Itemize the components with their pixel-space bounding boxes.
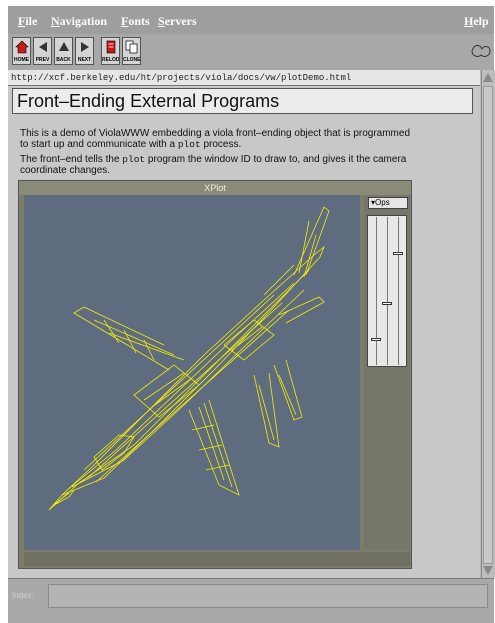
ops-dropdown-label: Ops	[375, 198, 390, 207]
reload-button[interactable]: RELOD	[101, 37, 120, 65]
menu-fonts[interactable]: Fonts	[121, 14, 150, 29]
document-view: Front–Ending External Programs This is a…	[8, 86, 480, 578]
xplot-footer	[24, 552, 410, 566]
scroll-up-arrow-icon[interactable]	[483, 73, 493, 82]
ops-dropdown[interactable]: ▾Ops	[368, 197, 408, 209]
next-arrow-icon	[81, 42, 89, 52]
prev-button[interactable]: PREV	[33, 37, 52, 65]
intro-paragraph: This is a demo of ViolaWWW embedding a v…	[20, 128, 475, 150]
menu-help[interactable]: Help	[464, 14, 489, 29]
intro-line-2-end: process.	[200, 139, 242, 150]
xplot-title: XPlot	[19, 181, 411, 195]
clone-button[interactable]: CLONE	[122, 37, 141, 65]
next-label: NEXT	[77, 57, 92, 63]
prev-arrow-icon	[39, 42, 47, 52]
up-arrow-icon	[59, 42, 69, 51]
clone-label: CLONE	[123, 57, 141, 63]
frontend-line-2: coordinate changes.	[20, 165, 111, 176]
back-label: BACK	[56, 57, 71, 63]
frontend-line-1-end: program the window ID to draw to, and gi…	[145, 154, 407, 165]
jet-wireframe-image	[48, 206, 330, 511]
slider-track-3	[398, 217, 399, 365]
intro-line-2-start: to start up and communicate with a	[20, 139, 178, 150]
menu-servers[interactable]: Servers	[158, 14, 197, 29]
menu-navigation[interactable]: Navigation	[51, 14, 107, 29]
toolbar: HOME PREV BACK NEXT RELOD CLONE	[8, 34, 494, 70]
plot-code: plot	[177, 139, 201, 150]
camera-control-panel: ▾Ops	[364, 195, 410, 550]
camera-slider-1-thumb[interactable]	[371, 338, 381, 341]
scroll-down-arrow-icon[interactable]	[483, 566, 493, 575]
camera-slider-2-thumb[interactable]	[382, 302, 392, 305]
reload-label: RELOD	[102, 57, 120, 63]
browser-window: File Navigation Fonts Servers Help HOME …	[8, 6, 495, 623]
home-icon	[15, 40, 29, 54]
next-button[interactable]: NEXT	[75, 37, 94, 65]
xplot-widget: XPlot ▾Ops	[18, 180, 412, 569]
camera-slider-3-thumb[interactable]	[393, 252, 403, 255]
slider-track-1	[376, 217, 377, 365]
clone-document-icon	[125, 40, 138, 54]
menu-file[interactable]: File	[18, 14, 37, 29]
reload-document-icon	[106, 40, 116, 54]
plot-canvas[interactable]	[24, 195, 360, 550]
slider-track-2	[387, 217, 388, 365]
camera-sliders	[367, 215, 407, 367]
page-title: Front–Ending External Programs	[12, 88, 473, 114]
status-bar: Index:	[8, 578, 494, 623]
vertical-scrollbar[interactable]	[481, 70, 495, 578]
frontend-line-1-start: The front–end tells the	[20, 154, 123, 165]
viola-logo-icon	[471, 45, 491, 57]
back-button[interactable]: BACK	[54, 37, 73, 65]
url-field[interactable]: http://xcf.berkeley.edu/ht/projects/viol…	[8, 70, 480, 86]
home-button[interactable]: HOME	[12, 37, 31, 65]
index-label: Index:	[12, 591, 34, 600]
home-label: HOME	[14, 57, 29, 63]
plot-code: plot	[122, 154, 146, 165]
index-input[interactable]	[48, 584, 488, 608]
intro-line-1: This is a demo of ViolaWWW embedding a v…	[20, 128, 411, 139]
scroll-track[interactable]	[483, 86, 493, 564]
prev-label: PREV	[35, 57, 50, 63]
menu-bar: File Navigation Fonts Servers Help	[8, 6, 494, 34]
frontend-paragraph: The front–end tells the plot program the…	[20, 154, 475, 176]
